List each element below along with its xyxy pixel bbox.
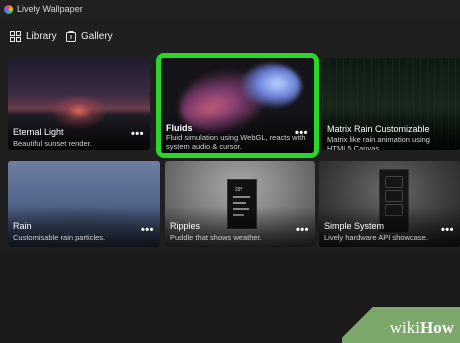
more-options-button[interactable]: ••• <box>131 129 144 140</box>
wallpaper-title: Ripples <box>170 221 201 231</box>
wallpaper-title: Rain <box>13 221 32 231</box>
window-title: Lively Wallpaper <box>17 4 83 14</box>
more-options-button[interactable]: ••• <box>441 225 454 236</box>
wallpaper-description: Fluid simulation using WebGL, reacts wit… <box>166 133 306 151</box>
top-navigation: Library Gallery <box>0 24 460 48</box>
wallpaper-card-simple-system[interactable]: Simple System Lively hardware API showca… <box>319 161 460 247</box>
lively-logo-icon <box>4 5 13 14</box>
wallpaper-description: Customisable rain particles. <box>13 233 106 242</box>
library-icon <box>10 30 21 42</box>
wallpaper-card-rain[interactable]: Rain Customisable rain particles. ••• <box>8 161 160 247</box>
wallpaper-card-eternal-light[interactable]: Eternal Light Beautiful sunset render. •… <box>8 58 150 150</box>
wallpaper-description: Matrix like rain animation using HTML5 C… <box>327 135 430 150</box>
wallpaper-card-ripples[interactable]: 29° Ripples Puddle that shows weather. •… <box>165 161 315 247</box>
wallpaper-description: Lively hardware API showcase. <box>324 233 428 242</box>
tab-gallery-label: Gallery <box>81 30 113 42</box>
more-options-button[interactable]: ••• <box>141 225 154 236</box>
wallpaper-title: Fluids <box>166 123 193 133</box>
wikihow-watermark: wikiHow <box>342 307 460 343</box>
gallery-icon <box>66 30 76 42</box>
wallpaper-title: Eternal Light <box>13 127 64 137</box>
more-options-button[interactable]: ••• <box>296 225 309 236</box>
tab-library[interactable]: Library <box>10 28 57 44</box>
wallpaper-title: Matrix Rain Customizable <box>327 124 430 134</box>
wallpaper-description: Beautiful sunset render. <box>13 139 92 148</box>
wallpaper-description: Puddle that shows weather. <box>170 233 262 242</box>
wallpaper-title: Simple System <box>324 221 385 231</box>
wallpaper-card-fluids[interactable]: Fluids Fluid simulation using WebGL, rea… <box>156 53 319 158</box>
title-bar: Lively Wallpaper <box>0 0 460 20</box>
wallpaper-card-matrix-rain[interactable]: Matrix Rain Customizable Matrix like rai… <box>322 58 460 150</box>
tab-gallery[interactable]: Gallery <box>66 28 113 44</box>
more-options-button[interactable]: ••• <box>295 128 308 139</box>
tab-library-label: Library <box>26 30 57 42</box>
